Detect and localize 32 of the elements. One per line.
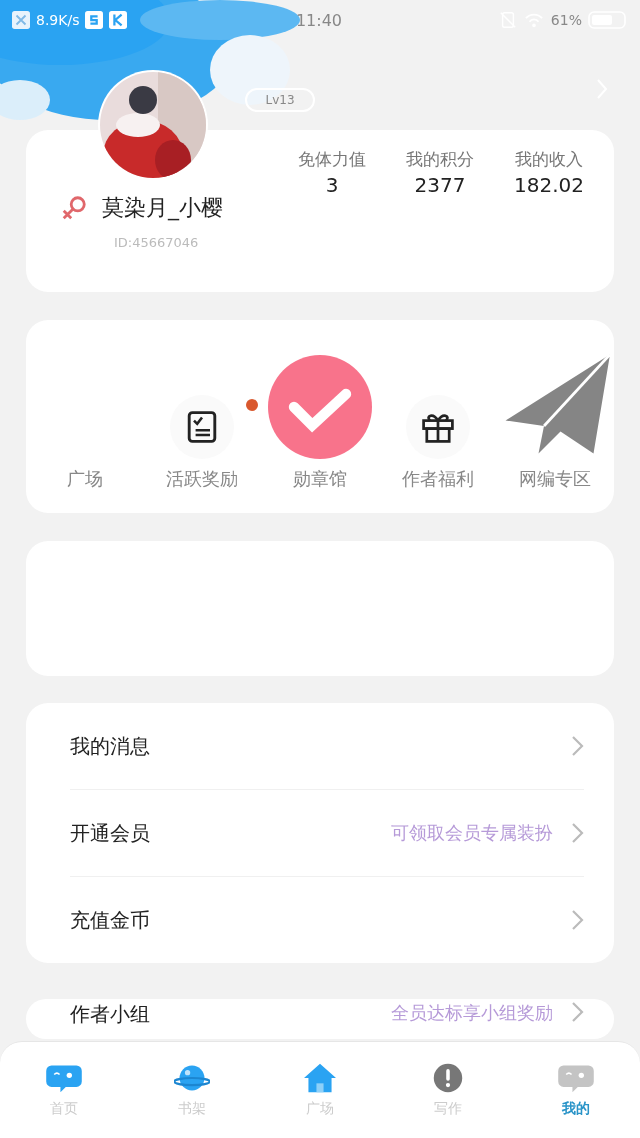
- shortcut-item[interactable]: 广场: [29, 395, 140, 491]
- tab[interactable]: 我的: [526, 1062, 626, 1118]
- chevron-right-icon: [571, 735, 584, 757]
- menu-row[interactable]: 作者小组 全员达标享小组奖励: [70, 999, 584, 1039]
- shortcut-item[interactable]: 活跃奖励: [147, 395, 258, 491]
- menu-row[interactable]: 我的消息: [70, 703, 584, 790]
- chevron-right-icon: [571, 909, 584, 931]
- chevron-right-icon: [571, 1001, 584, 1023]
- row-hint: 可领取会员专属装扮: [391, 821, 553, 845]
- check-circle-icon: [268, 355, 372, 459]
- house-icon: [302, 1062, 338, 1094]
- stat-value: 3: [325, 173, 339, 197]
- user-id: ID:45667046: [114, 235, 200, 250]
- menu-row[interactable]: 开通会员 可领取会员专属装扮: [70, 790, 584, 877]
- stat-value: 2377: [414, 173, 466, 197]
- row-hint: 全员达标享小组奖励: [391, 1001, 553, 1025]
- row-label: 作者小组: [70, 1001, 151, 1028]
- row-label: 我的消息: [70, 732, 151, 760]
- shortcut-item[interactable]: 勋章馆: [265, 355, 375, 491]
- female-icon: [60, 194, 88, 222]
- stat-value: 182.02: [514, 173, 584, 197]
- stat-label: 免体力值: [298, 148, 366, 171]
- chevron-right-icon: [571, 822, 584, 844]
- stat-label: 我的积分: [406, 148, 474, 171]
- row-label: 开通会员: [70, 819, 151, 847]
- battery-level: 61%: [550, 12, 582, 28]
- row-label: 充值金币: [70, 906, 151, 934]
- shortcut-item[interactable]: 作者福利: [382, 395, 493, 491]
- stat-label: 我的收入: [515, 148, 583, 171]
- user-name: 莫染月_小樱: [102, 194, 223, 223]
- menu-row[interactable]: 充值金币: [70, 877, 584, 963]
- shortcut-item[interactable]: 网编专区: [500, 349, 611, 491]
